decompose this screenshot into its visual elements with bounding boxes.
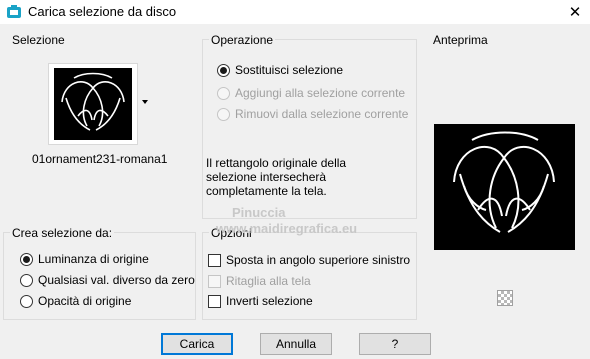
checkbox-ritaglia[interactable]: Ritaglia alla tela: [208, 274, 311, 288]
watermark-line2: www.maidiregrafica.eu: [216, 221, 358, 236]
watermark-line1: Pinuccia: [232, 205, 286, 220]
checkbox-label: Inverti selezione: [226, 294, 313, 308]
carica-button[interactable]: Carica: [161, 333, 233, 355]
annulla-button[interactable]: Annulla: [260, 333, 332, 355]
checkbox[interactable]: [208, 253, 221, 267]
radio-label: Qualsiasi val. diverso da zero: [38, 273, 195, 287]
checkbox[interactable]: [208, 274, 221, 288]
transparency-toggle-button[interactable]: [497, 290, 513, 306]
radio-opacita[interactable]: Opacità di origine: [20, 294, 131, 308]
radio-label: Luminanza di origine: [38, 252, 149, 266]
ornament-preview-image: [453, 131, 555, 233]
selection-preview: [434, 124, 575, 250]
help-button[interactable]: ?: [359, 333, 431, 355]
chevron-down-icon[interactable]: [142, 100, 148, 104]
operazione-label: Operazione: [209, 33, 276, 47]
radio-aggiungi[interactable]: Aggiungi alla selezione corrente: [217, 86, 405, 100]
checkbox[interactable]: [208, 294, 221, 308]
anteprima-label: Anteprima: [431, 33, 490, 47]
radio-button[interactable]: [217, 63, 230, 77]
radio-rimuovi[interactable]: Rimuovi dalla selezione corrente: [217, 107, 408, 121]
radio-label: Rimuovi dalla selezione corrente: [235, 107, 409, 121]
selection-thumbnail-picker[interactable]: [48, 63, 138, 145]
selection-filename: 01ornament231-romana1: [32, 152, 168, 166]
radio-button[interactable]: [217, 86, 230, 100]
checkbox-sposta[interactable]: Sposta in angolo superiore sinistro: [208, 253, 410, 267]
watermark: Pinuccia www.maidiregrafica.eu: [188, 205, 357, 237]
radio-label: Sostituisci selezione: [235, 63, 344, 77]
radio-qualsiasi[interactable]: Qualsiasi val. diverso da zero: [20, 273, 195, 287]
radio-button[interactable]: [20, 273, 33, 287]
crea-selezione-label: Crea selezione da:: [10, 226, 115, 240]
app-icon: [7, 5, 21, 18]
close-button[interactable]: ✕: [560, 0, 590, 24]
radio-label: Opacità di origine: [38, 294, 132, 308]
radio-button[interactable]: [20, 252, 33, 266]
radio-button[interactable]: [217, 107, 230, 121]
checkbox-label: Ritaglia alla tela: [226, 274, 311, 288]
selezione-label: Selezione: [10, 33, 67, 47]
operation-note: Il rettangolo originale della selezione …: [206, 156, 347, 198]
ornament-thumbnail: [54, 68, 132, 140]
window-title: Carica selezione da disco: [28, 4, 177, 19]
radio-label: Aggiungi alla selezione corrente: [235, 86, 406, 100]
radio-luminanza[interactable]: Luminanza di origine: [20, 252, 149, 266]
checkbox-inverti[interactable]: Inverti selezione: [208, 294, 313, 308]
title-bar: Carica selezione da disco ✕: [0, 0, 590, 24]
checkbox-label: Sposta in angolo superiore sinistro: [226, 253, 411, 267]
radio-button[interactable]: [20, 294, 33, 308]
radio-sostituisci[interactable]: Sostituisci selezione: [217, 63, 343, 77]
ornament-image: [61, 72, 125, 131]
